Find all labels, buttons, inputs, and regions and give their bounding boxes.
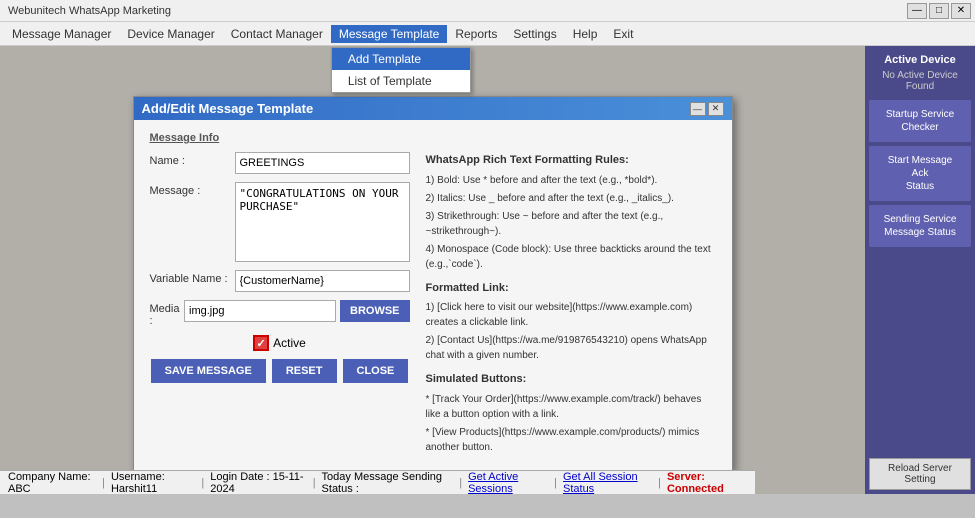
app-title: Webunitech WhatsApp Marketing bbox=[8, 5, 171, 17]
media-input[interactable] bbox=[184, 300, 336, 322]
simulated-buttons-title: Simulated Buttons: bbox=[426, 371, 716, 388]
dropdown-add-template[interactable]: Add Template bbox=[332, 48, 470, 70]
variable-label: Variable Name : bbox=[150, 270, 235, 285]
dialog-left-column: Name : Message : "CONGRATULATIONS ON YOU… bbox=[150, 152, 410, 458]
media-row: Media : BROWSE bbox=[150, 300, 410, 327]
check-mark-icon: ✓ bbox=[257, 337, 266, 350]
formatting-rule-3: 3) Strikethrough: Use ~ before and after… bbox=[426, 209, 716, 239]
active-device-subtitle: No Active Device Found bbox=[869, 70, 971, 92]
menu-message-manager[interactable]: Message Manager bbox=[4, 25, 119, 43]
menu-contact-manager[interactable]: Contact Manager bbox=[223, 25, 331, 43]
add-edit-dialog: Add/Edit Message Template — ✕ Message In… bbox=[133, 96, 733, 471]
title-bar: Webunitech WhatsApp Marketing — □ ✕ bbox=[0, 0, 975, 22]
start-message-ack-button[interactable]: Start MessageAckStatus bbox=[869, 146, 971, 201]
menu-message-template[interactable]: Message Template Add Template List of Te… bbox=[331, 25, 448, 43]
simulated-btn-rule-2: * [View Products](https://www.example.co… bbox=[426, 425, 716, 455]
window-controls: — □ ✕ bbox=[907, 3, 971, 19]
formatting-rule-1: 1) Bold: Use * before and after the text… bbox=[426, 173, 716, 188]
status-bar: Company Name: ABC | Username: Harshit11 … bbox=[0, 470, 755, 494]
dialog-controls: — ✕ bbox=[690, 102, 724, 116]
menu-device-manager[interactable]: Device Manager bbox=[119, 25, 222, 43]
dialog-title: Add/Edit Message Template bbox=[142, 101, 314, 116]
message-template-dropdown: Add Template List of Template bbox=[331, 47, 471, 93]
active-device-title: Active Device bbox=[869, 54, 971, 66]
save-message-button[interactable]: SAVE MESSAGE bbox=[151, 359, 266, 383]
minimize-button[interactable]: — bbox=[907, 3, 927, 19]
dialog-titlebar: Add/Edit Message Template — ✕ bbox=[134, 97, 732, 120]
right-panel: Active Device No Active Device Found Sta… bbox=[865, 46, 975, 494]
sending-service-button[interactable]: Sending ServiceMessage Status bbox=[869, 205, 971, 247]
reload-server-button[interactable]: Reload Server Setting bbox=[869, 458, 971, 490]
message-textarea[interactable]: "CONGRATULATIONS ON YOUR PURCHASE" bbox=[235, 182, 410, 262]
dropdown-list-template[interactable]: List of Template bbox=[332, 70, 470, 92]
server-status: Server: Connected bbox=[667, 471, 747, 495]
link-rule-1: 1) [Click here to visit our website](htt… bbox=[426, 300, 716, 330]
active-row: ✓ Active bbox=[150, 335, 410, 351]
menu-exit[interactable]: Exit bbox=[605, 25, 641, 43]
menu-settings[interactable]: Settings bbox=[505, 25, 564, 43]
username: Username: Harshit11 bbox=[111, 471, 195, 495]
menu-bar: Message Manager Device Manager Contact M… bbox=[0, 22, 975, 46]
close-window-button[interactable]: ✕ bbox=[951, 3, 971, 19]
message-row: Message : "CONGRATULATIONS ON YOUR PURCH… bbox=[150, 182, 410, 262]
active-checkbox[interactable]: ✓ bbox=[253, 335, 269, 351]
center-area: Add/Edit Message Template — ✕ Message In… bbox=[0, 46, 865, 494]
reset-button[interactable]: RESET bbox=[272, 359, 337, 383]
close-button[interactable]: CLOSE bbox=[343, 359, 409, 383]
dialog-body: Message Info Name : Message : "CONGRATUL… bbox=[134, 120, 732, 470]
variable-row: Variable Name : bbox=[150, 270, 410, 292]
maximize-button[interactable]: □ bbox=[929, 3, 949, 19]
startup-service-button[interactable]: Startup ServiceChecker bbox=[869, 100, 971, 142]
active-checkbox-container[interactable]: ✓ Active bbox=[253, 335, 306, 351]
login-date: Login Date : 15-11-2024 bbox=[210, 471, 306, 495]
dialog-minimize-button[interactable]: — bbox=[690, 102, 706, 116]
main-content: Add/Edit Message Template — ✕ Message In… bbox=[0, 46, 975, 494]
name-label: Name : bbox=[150, 152, 235, 167]
menu-reports[interactable]: Reports bbox=[447, 25, 505, 43]
formatted-link-title: Formatted Link: bbox=[426, 280, 716, 297]
section-title: Message Info bbox=[150, 132, 716, 144]
simulated-btn-rule-1: * [Track Your Order](https://www.example… bbox=[426, 392, 716, 422]
dialog-right-column: WhatsApp Rich Text Formatting Rules: 1) … bbox=[426, 152, 716, 458]
media-label: Media : bbox=[150, 300, 185, 327]
get-all-session-link[interactable]: Get All Session Status bbox=[563, 471, 652, 495]
action-buttons: SAVE MESSAGE RESET CLOSE bbox=[150, 359, 410, 383]
link-rule-2: 2) [Contact Us](https://wa.me/9198765432… bbox=[426, 333, 716, 363]
dialog-columns: Name : Message : "CONGRATULATIONS ON YOU… bbox=[150, 152, 716, 458]
variable-input[interactable] bbox=[235, 270, 410, 292]
formatting-rule-2: 2) Italics: Use _ before and after the t… bbox=[426, 191, 716, 206]
message-label: Message : bbox=[150, 182, 235, 197]
browse-button[interactable]: BROWSE bbox=[340, 300, 410, 322]
company-name: Company Name: ABC bbox=[8, 471, 96, 495]
active-label: Active bbox=[273, 336, 306, 350]
formatting-title: WhatsApp Rich Text Formatting Rules: bbox=[426, 152, 716, 169]
message-status-label: Today Message Sending Status : bbox=[322, 471, 454, 495]
menu-help[interactable]: Help bbox=[565, 25, 606, 43]
name-row: Name : bbox=[150, 152, 410, 174]
name-input[interactable] bbox=[235, 152, 410, 174]
formatting-rule-4: 4) Monospace (Code block): Use three bac… bbox=[426, 242, 716, 272]
dialog-close-button[interactable]: ✕ bbox=[708, 102, 724, 116]
get-active-sessions-link[interactable]: Get Active Sessions bbox=[468, 471, 548, 495]
